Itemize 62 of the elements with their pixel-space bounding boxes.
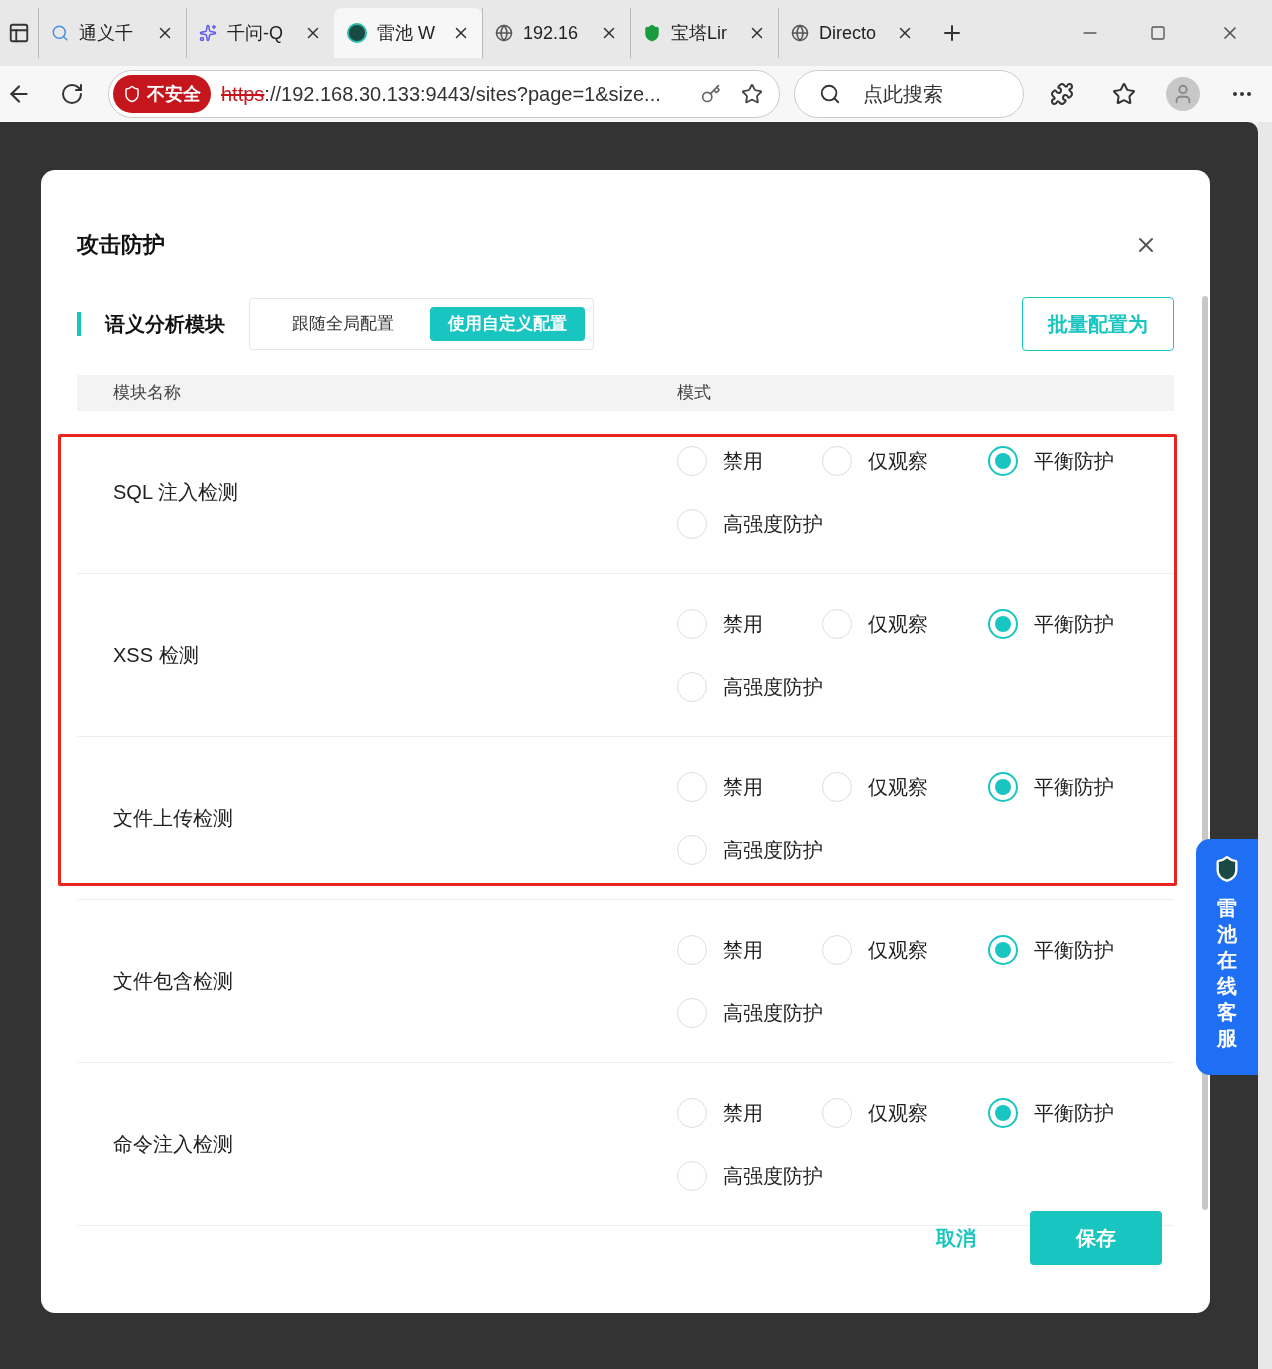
radio-option[interactable]: 仅观察 bbox=[822, 607, 988, 640]
section-title: 语义分析模块 bbox=[105, 312, 225, 337]
sparkle-icon bbox=[199, 24, 217, 42]
radio-option[interactable]: 平衡防护 bbox=[988, 1096, 1114, 1129]
radio-option[interactable]: 高强度防护 bbox=[677, 670, 823, 703]
radio-button[interactable] bbox=[988, 608, 1018, 639]
radio-option[interactable]: 仅观察 bbox=[822, 933, 988, 966]
dialog-title: 攻击防护 bbox=[77, 231, 165, 259]
search-field[interactable]: 点此搜索 bbox=[794, 70, 1024, 118]
tab-actions-icon[interactable] bbox=[8, 22, 30, 44]
radio-option[interactable]: 高强度防护 bbox=[677, 996, 823, 1029]
url-text: https://192.168.30.133:9443/sites?page=1&size... bbox=[221, 82, 661, 107]
key-icon[interactable] bbox=[701, 84, 721, 104]
radio-option[interactable]: 平衡防护 bbox=[988, 770, 1114, 803]
search-icon bbox=[51, 24, 69, 42]
extensions-icon[interactable] bbox=[1050, 82, 1074, 106]
radio-button[interactable] bbox=[988, 445, 1018, 476]
address-bar[interactable]: 不安全 https://192.168.30.133:9443/sites?page=1&size... bbox=[108, 70, 780, 118]
support-widget[interactable]: 雷池在线客服 bbox=[1196, 839, 1258, 1075]
logo-icon bbox=[347, 23, 367, 43]
radio-option[interactable]: 仅观察 bbox=[822, 770, 988, 803]
module-name: XSS 检测 bbox=[113, 643, 200, 668]
search-icon bbox=[819, 83, 841, 105]
radio-option[interactable]: 平衡防护 bbox=[988, 607, 1114, 640]
profile-icon[interactable] bbox=[1166, 77, 1200, 111]
radio-option[interactable]: 高强度防护 bbox=[677, 833, 823, 866]
radio-option[interactable]: 高强度防护 bbox=[677, 1159, 823, 1192]
radio-button[interactable] bbox=[988, 771, 1018, 802]
module-name: 命令注入检测 bbox=[113, 1132, 234, 1157]
shield-icon bbox=[123, 85, 141, 103]
section-marker bbox=[77, 312, 81, 336]
reload-icon[interactable] bbox=[60, 82, 84, 106]
radio-option[interactable]: 仅观察 bbox=[822, 1096, 988, 1129]
globe-icon bbox=[791, 24, 809, 42]
radio-option[interactable]: 禁用 bbox=[677, 444, 822, 477]
radio-option[interactable]: 仅观察 bbox=[822, 444, 988, 477]
browser-tab[interactable]: 通义千 bbox=[38, 8, 186, 58]
radio-option[interactable]: 禁用 bbox=[677, 770, 822, 803]
globe-icon bbox=[495, 24, 513, 42]
radio-option[interactable]: 平衡防护 bbox=[988, 444, 1114, 477]
column-header: 模块名称 bbox=[113, 382, 182, 405]
radio-option[interactable]: 禁用 bbox=[677, 933, 822, 966]
browser-tab[interactable]: 192.16 bbox=[482, 8, 630, 58]
not-secure-badge[interactable]: 不安全 bbox=[113, 75, 211, 113]
radio-button[interactable] bbox=[988, 934, 1018, 965]
module-name: 文件包含检测 bbox=[113, 969, 234, 994]
radio-button[interactable] bbox=[988, 1097, 1018, 1128]
config-mode-option[interactable]: 跟随全局配置 bbox=[274, 307, 412, 341]
column-header: 模式 bbox=[677, 382, 711, 405]
browser-tab[interactable]: 雷池 W bbox=[334, 8, 482, 58]
favorite-icon[interactable] bbox=[741, 83, 763, 105]
radio-option[interactable]: 禁用 bbox=[677, 1096, 822, 1129]
shield-icon bbox=[643, 24, 661, 42]
browser-tab[interactable]: Directo bbox=[778, 8, 926, 58]
browser-tab[interactable]: 宝塔Lir bbox=[630, 8, 778, 58]
favorites-icon[interactable] bbox=[1112, 82, 1136, 106]
radio-option[interactable]: 禁用 bbox=[677, 607, 822, 640]
module-name: SQL 注入检测 bbox=[113, 480, 239, 505]
maximize-icon[interactable] bbox=[1150, 25, 1166, 41]
radio-option[interactable]: 高强度防护 bbox=[677, 507, 823, 540]
radio-option[interactable]: 平衡防护 bbox=[988, 933, 1114, 966]
module-name: 文件上传检测 bbox=[113, 806, 234, 831]
